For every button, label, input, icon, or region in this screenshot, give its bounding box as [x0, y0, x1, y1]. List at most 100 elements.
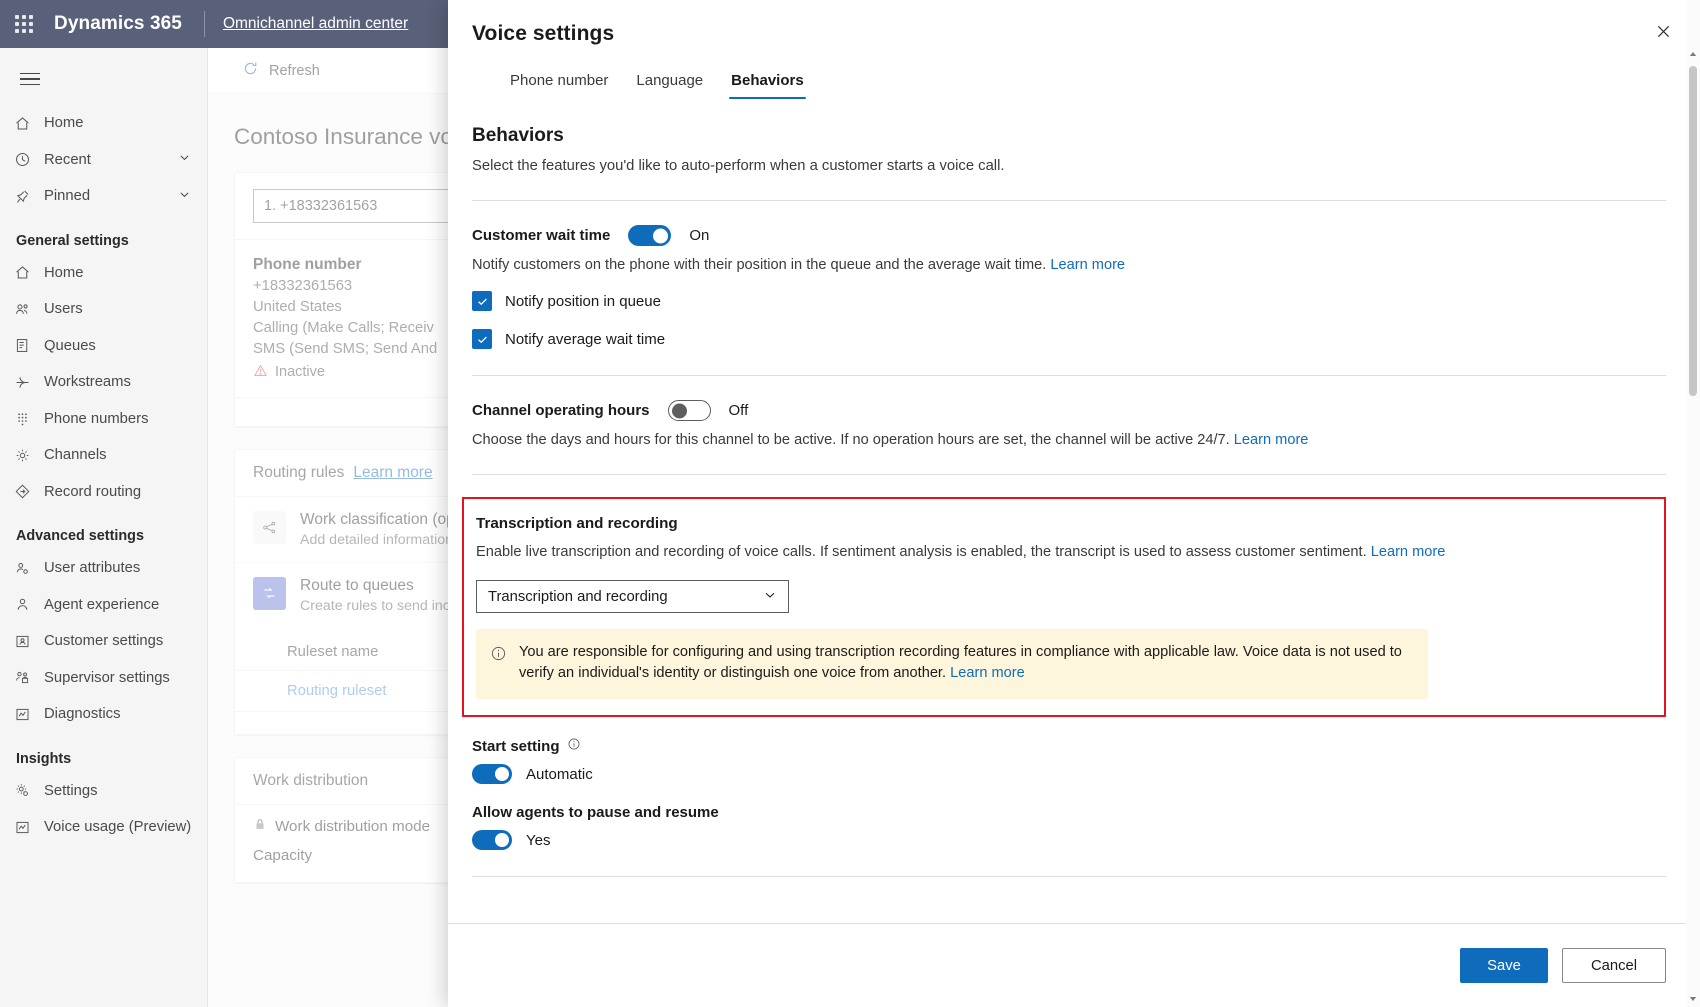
- notify-position-row[interactable]: Notify position in queue: [472, 291, 1666, 311]
- sidebar-item-settings[interactable]: Settings: [0, 773, 207, 810]
- sidebar: Home Recent Pinned General settings Home…: [0, 48, 208, 1007]
- sidebar-label: Supervisor settings: [44, 669, 170, 686]
- diamond-arrow-icon: [14, 483, 44, 500]
- panel-header: Voice settings Phone number Language Beh…: [448, 0, 1700, 99]
- notify-average-checkbox[interactable]: [472, 329, 492, 349]
- app-name-link[interactable]: Omnichannel admin center: [223, 15, 408, 33]
- sidebar-item-record-routing[interactable]: Record routing: [0, 474, 207, 511]
- sidebar-item-queues[interactable]: Queues: [0, 328, 207, 365]
- voice-settings-panel: Voice settings Phone number Language Beh…: [448, 0, 1700, 1007]
- sidebar-item-agent-experience[interactable]: Agent experience: [0, 587, 207, 624]
- sidebar-group-insights: Insights: [16, 750, 72, 767]
- brand-divider: [203, 11, 205, 37]
- chevron-down-icon[interactable]: [178, 151, 191, 168]
- transcription-description: Enable live transcription and recording …: [476, 544, 1642, 560]
- caret-up-icon[interactable]: [1686, 46, 1700, 62]
- sidebar-item-supervisor-settings[interactable]: Supervisor settings: [0, 660, 207, 697]
- sidebar-item-home[interactable]: Home: [0, 255, 207, 292]
- section-divider: [472, 375, 1666, 376]
- channel-operating-hours-helper: Choose the days and hours for this chann…: [472, 432, 1666, 448]
- description-text: Enable live transcription and recording …: [476, 544, 1367, 560]
- tab-language[interactable]: Language: [622, 72, 717, 99]
- sidebar-item-users[interactable]: Users: [0, 291, 207, 328]
- gear-settings-icon: [14, 782, 44, 799]
- scrollbar-thumb[interactable]: [1689, 66, 1697, 396]
- sidebar-label: Customer settings: [44, 633, 164, 650]
- customer-wait-time-helper: Notify customers on the phone with their…: [472, 257, 1666, 273]
- compliance-banner-text-wrap: You are responsible for configuring and …: [519, 642, 1412, 684]
- notify-position-checkbox[interactable]: [472, 291, 492, 311]
- transcription-dropdown[interactable]: Transcription and recording: [476, 580, 789, 613]
- sidebar-item-user-attributes[interactable]: User attributes: [0, 550, 207, 587]
- dialpad-icon: [14, 410, 44, 427]
- transcription-highlight-box: Transcription and recording Enable live …: [462, 497, 1666, 717]
- save-button[interactable]: Save: [1460, 948, 1548, 983]
- sidebar-item-home-top[interactable]: Home: [0, 105, 207, 142]
- customer-wait-time-row: Customer wait time On: [472, 225, 1666, 246]
- app-root: Dynamics 365 Omnichannel admin center Ho…: [0, 0, 1700, 1007]
- sidebar-label: Channels: [44, 447, 107, 464]
- learn-more-link[interactable]: Learn more: [1050, 257, 1125, 273]
- sidebar-item-pinned[interactable]: Pinned: [0, 178, 207, 215]
- notify-average-label: Notify average wait time: [505, 330, 666, 348]
- chart-icon: [14, 706, 44, 723]
- allow-pause-label: Allow agents to pause and resume: [472, 804, 719, 821]
- channel-operating-hours-label: Channel operating hours: [472, 402, 650, 419]
- customer-wait-time-toggle[interactable]: [628, 225, 672, 246]
- users-icon: [14, 301, 44, 318]
- learn-more-link[interactable]: Learn more: [1371, 544, 1446, 560]
- sidebar-item-voice-usage[interactable]: Voice usage (Preview): [0, 809, 207, 846]
- notify-average-row[interactable]: Notify average wait time: [472, 329, 1666, 349]
- sidebar-label: Pinned: [44, 188, 91, 205]
- gear-icon: [14, 447, 44, 464]
- home-icon: [14, 115, 44, 132]
- sidebar-label: Home: [44, 264, 84, 281]
- caret-down-icon[interactable]: [1686, 991, 1700, 1007]
- tab-phone-number[interactable]: Phone number: [496, 72, 622, 99]
- sidebar-item-customer-settings[interactable]: Customer settings: [0, 623, 207, 660]
- section-divider: [472, 876, 1666, 877]
- app-launcher-icon[interactable]: [0, 0, 48, 48]
- sidebar-item-phone-numbers[interactable]: Phone numbers: [0, 401, 207, 438]
- sidebar-label: Settings: [44, 782, 98, 799]
- behaviors-subheading: Select the features you'd like to auto-p…: [472, 158, 1005, 174]
- compliance-banner: You are responsible for configuring and …: [476, 629, 1428, 699]
- sidebar-item-recent[interactable]: Recent: [0, 142, 207, 179]
- sidebar-item-channels[interactable]: Channels: [0, 437, 207, 474]
- sidebar-item-workstreams[interactable]: Workstreams: [0, 364, 207, 401]
- chart-icon: [14, 819, 44, 836]
- allow-pause-label-row: Allow agents to pause and resume: [472, 804, 1666, 821]
- chevron-down-icon[interactable]: [178, 188, 191, 205]
- transcription-title: Transcription and recording: [476, 515, 678, 532]
- sidebar-label: Recent: [44, 151, 91, 168]
- queues-icon: [14, 337, 44, 354]
- start-setting-state: Automatic: [526, 765, 593, 783]
- clock-icon: [14, 151, 44, 168]
- brand-title: Dynamics 365: [54, 13, 182, 34]
- helper-text: Notify customers on the phone with their…: [472, 257, 1047, 273]
- cancel-button[interactable]: Cancel: [1562, 948, 1666, 983]
- supervisor-icon: [14, 669, 44, 686]
- learn-more-link[interactable]: Learn more: [950, 665, 1025, 681]
- channel-operating-hours-toggle[interactable]: [667, 400, 711, 421]
- helper-text: Choose the days and hours for this chann…: [472, 432, 1230, 448]
- panel-scrollbar[interactable]: [1686, 0, 1700, 1007]
- start-setting-label: Start setting: [472, 737, 560, 755]
- tab-behaviors[interactable]: Behaviors: [717, 72, 818, 99]
- start-setting-label-row: Start setting: [472, 737, 1666, 755]
- sidebar-label: Agent experience: [44, 596, 160, 613]
- hamburger-icon[interactable]: [10, 57, 56, 101]
- allow-pause-toggle[interactable]: [472, 830, 512, 850]
- start-setting-toggle[interactable]: [472, 764, 512, 784]
- close-icon[interactable]: [1646, 14, 1680, 48]
- home-icon: [14, 264, 44, 281]
- info-icon: [490, 645, 507, 684]
- panel-body: Behaviors Select the features you'd like…: [448, 99, 1700, 923]
- sidebar-label: Diagnostics: [44, 706, 121, 723]
- learn-more-link[interactable]: Learn more: [1234, 432, 1309, 448]
- channel-operating-hours-state: Off: [728, 402, 749, 419]
- customer-wait-time-state: On: [689, 227, 710, 244]
- info-icon[interactable]: [567, 737, 581, 755]
- transcription-dropdown-value: Transcription and recording: [488, 588, 668, 605]
- sidebar-item-diagnostics[interactable]: Diagnostics: [0, 696, 207, 733]
